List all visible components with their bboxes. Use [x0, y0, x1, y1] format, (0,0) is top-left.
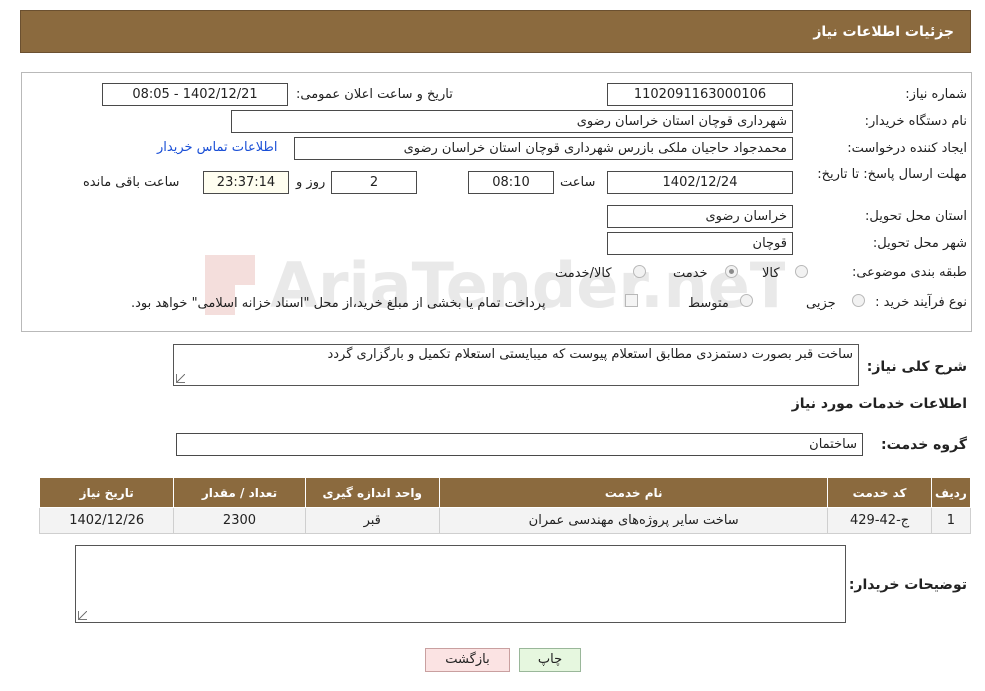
- process-radio-medium[interactable]: [740, 294, 753, 307]
- treasury-payment-note: پرداخت تمام یا بخشی از مبلغ خرید،از محل …: [131, 296, 546, 311]
- announce-datetime-field: 1402/12/21 - 08:05: [102, 83, 288, 106]
- page-title: جزئیات اطلاعات نیاز: [813, 24, 954, 40]
- description-label: شرح کلی نیاز:: [866, 359, 967, 375]
- treasury-payment-checkbox[interactable]: [625, 294, 638, 307]
- deadline-time-label: ساعت: [560, 175, 596, 190]
- description-textarea[interactable]: ساخت قبر بصورت دستمزدی مطابق استعلام پیو…: [173, 344, 859, 386]
- process-radio-minor[interactable]: [852, 294, 865, 307]
- cell-row-number: 1: [930, 507, 972, 534]
- back-button[interactable]: بازگشت: [425, 648, 510, 672]
- col-header-name: نام خدمت: [438, 477, 829, 508]
- services-section-title: اطلاعات خدمات مورد نیاز: [791, 396, 967, 412]
- buyer-notes-label: توضیحات خریدار:: [848, 577, 967, 593]
- cell-service-code: ج-42-429: [827, 507, 932, 534]
- requester-label: ایجاد کننده درخواست:: [847, 141, 967, 156]
- process-option-minor: جزیی: [806, 296, 836, 311]
- requester-field: محمدجواد حاجیان ملکی بازرس شهرداری قوچان…: [294, 137, 793, 160]
- need-number-label: شماره نیاز:: [905, 87, 967, 102]
- buyer-org-label: نام دستگاه خریدار:: [864, 114, 967, 129]
- category-label: طبقه بندی موضوعی:: [851, 265, 967, 280]
- cell-need-date: 1402/12/26: [38, 507, 175, 534]
- category-radio-goods[interactable]: [795, 265, 808, 278]
- category-option-service: خدمت: [673, 266, 708, 281]
- cell-service-name: ساخت سایر پروژه‌های مهندسی عمران: [438, 507, 829, 534]
- time-remaining-field: 23:37:14: [203, 171, 289, 194]
- delivery-province-label: استان محل تحویل:: [865, 209, 967, 224]
- description-text: ساخت قبر بصورت دستمزدی مطابق استعلام پیو…: [327, 347, 853, 362]
- deadline-time-field: 08:10: [468, 171, 554, 194]
- services-table-header: ردیف کد خدمت نام خدمت واحد اندازه گیری ت…: [38, 477, 972, 508]
- buyer-contact-link[interactable]: اطلاعات تماس خریدار: [157, 140, 277, 155]
- days-label: روز و: [296, 175, 326, 190]
- service-group-label: گروه خدمت:: [881, 437, 967, 453]
- delivery-city-field: قوچان: [607, 232, 793, 255]
- services-table: ردیف کد خدمت نام خدمت واحد اندازه گیری ت…: [38, 477, 972, 534]
- table-row: 1 ج-42-429 ساخت سایر پروژه‌های مهندسی عم…: [38, 507, 972, 534]
- cell-quantity: 2300: [173, 507, 306, 534]
- col-header-unit: واحد اندازه گیری: [304, 477, 440, 508]
- page-header: جزئیات اطلاعات نیاز: [20, 10, 971, 53]
- purchase-process-label: نوع فرآیند خرید :: [875, 295, 967, 310]
- col-header-quantity: تعداد / مقدار: [173, 477, 306, 508]
- resize-handle-icon[interactable]: [176, 374, 185, 383]
- category-option-goods: کالا: [762, 266, 780, 281]
- deadline-label: مهلت ارسال پاسخ: تا تاریخ:: [817, 167, 967, 182]
- col-header-code: کد خدمت: [827, 477, 932, 508]
- announce-datetime-label: تاریخ و ساعت اعلان عمومی:: [296, 87, 453, 102]
- buyer-notes-textarea[interactable]: [75, 545, 846, 623]
- print-button[interactable]: چاپ: [519, 648, 581, 672]
- category-radio-service[interactable]: [725, 265, 738, 278]
- buyer-org-field: شهرداری قوچان استان خراسان رضوی: [231, 110, 793, 133]
- time-remaining-label: ساعت باقی مانده: [83, 175, 180, 190]
- category-radio-goods-service[interactable]: [633, 265, 646, 278]
- process-option-medium: متوسط: [688, 296, 729, 311]
- category-option-goods-service: کالا/خدمت: [555, 266, 612, 281]
- col-header-row: ردیف: [930, 477, 972, 508]
- deadline-date-field: 1402/12/24: [607, 171, 793, 194]
- delivery-province-field: خراسان رضوی: [607, 205, 793, 228]
- need-number-field: 1102091163000106: [607, 83, 793, 106]
- delivery-city-label: شهر محل تحویل:: [872, 236, 967, 251]
- days-remaining-field: 2: [331, 171, 417, 194]
- resize-handle-icon[interactable]: [78, 611, 87, 620]
- col-header-need-date: تاریخ نیاز: [38, 477, 175, 508]
- service-group-field: ساختمان: [176, 433, 863, 456]
- cell-unit: قبر: [304, 507, 440, 534]
